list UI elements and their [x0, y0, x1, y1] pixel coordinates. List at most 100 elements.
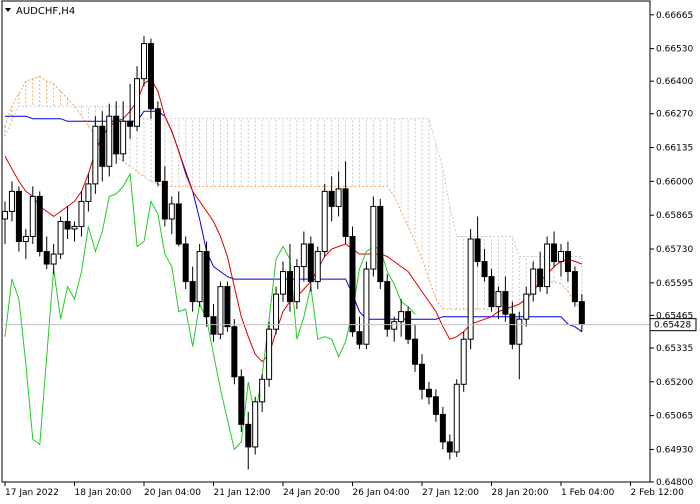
candle-body: [446, 441, 453, 453]
candle-body: [196, 251, 203, 303]
candle-body: [578, 301, 585, 325]
candle-body: [488, 276, 495, 308]
candle: [516, 311, 523, 380]
candle: [147, 38, 154, 119]
candle: [189, 266, 196, 312]
candle: [356, 316, 363, 350]
x-tick-label: 20 Jan 04:00: [144, 488, 201, 498]
candle: [280, 261, 286, 302]
candle: [168, 196, 175, 234]
candle: [238, 369, 245, 432]
candle: [321, 183, 328, 257]
candle: [231, 319, 238, 385]
candle: [453, 379, 460, 457]
senkou-span-b-line: [4, 105, 582, 257]
candle-body: [175, 203, 182, 245]
candle-body: [182, 243, 189, 283]
candle-body: [147, 43, 154, 110]
candle-body: [29, 195, 36, 237]
chart-title: AUDCHF,H4: [16, 6, 75, 17]
candle-body: [349, 235, 356, 333]
candle: [342, 161, 349, 245]
candle: [446, 434, 453, 460]
candle: [425, 381, 432, 405]
candle-body: [280, 271, 286, 295]
y-tick-label: 0.66270: [656, 110, 693, 120]
x-tick-label: 1 Feb 04:00: [561, 488, 615, 498]
candle: [544, 236, 551, 295]
candle-body: [509, 313, 516, 345]
candle-body: [502, 291, 509, 315]
candle-body: [439, 413, 446, 443]
candle: [412, 324, 419, 372]
candle-body: [36, 195, 43, 253]
candle-body: [43, 251, 50, 265]
candle-body: [377, 205, 384, 283]
candle-body: [425, 388, 432, 398]
x-tick-label: 2 Feb 12:00: [631, 488, 685, 498]
candle-body: [321, 190, 328, 253]
x-tick-label: 28 Jan 20:00: [492, 488, 549, 498]
x-tick-label: 21 Jan 12:00: [214, 488, 271, 498]
candle: [293, 259, 300, 310]
y-tick-label: 0.66400: [656, 77, 693, 87]
candle: [300, 231, 307, 282]
y-tick-label: 0.65200: [656, 378, 693, 388]
y-tick-label: 0.65465: [656, 311, 693, 321]
candle-body: [537, 268, 544, 288]
candle-body: [286, 271, 293, 303]
candle: [127, 83, 134, 139]
candle: [370, 196, 377, 277]
candle: [203, 241, 210, 327]
y-tick-label: 0.65865: [656, 211, 693, 221]
x-tick-label: 27 Jan 12:00: [422, 488, 479, 498]
candle-body: [99, 125, 106, 167]
y-tick-label: 0.66135: [656, 144, 693, 154]
candle: [391, 316, 398, 342]
candle: [134, 66, 141, 132]
candle-body: [432, 396, 439, 415]
candle: [286, 244, 293, 312]
candle: [245, 411, 252, 470]
candle: [8, 181, 15, 222]
candle: [175, 191, 182, 247]
candle-body: [259, 378, 266, 403]
candle-body: [467, 238, 474, 340]
candle: [335, 171, 342, 217]
candle: [384, 274, 391, 337]
candle-body: [78, 200, 85, 227]
candle-body: [530, 268, 537, 295]
chevron-down-icon[interactable]: [5, 8, 11, 12]
candle: [266, 321, 273, 387]
candle-body: [363, 268, 370, 345]
candle-body: [370, 205, 377, 270]
candle: [224, 281, 231, 332]
candle: [537, 251, 544, 292]
candle-body: [203, 251, 210, 318]
candle-body: [127, 120, 134, 127]
current-price-label: 0.65428: [654, 321, 691, 331]
candle: [377, 198, 384, 290]
chart-root: 0.65428 0.66665 0.66530 0.66400 0.66270 0.66…: [0, 0, 700, 500]
candle-body: [398, 311, 405, 323]
candle: [564, 241, 571, 282]
candle: [36, 191, 43, 257]
candle-body: [2, 210, 8, 220]
candle-body: [328, 190, 335, 207]
y-tick-label: 0.65065: [656, 412, 693, 422]
y-tick-label: 0.66000: [656, 177, 693, 187]
candle: [71, 221, 78, 242]
candle-body: [210, 316, 217, 335]
x-tick-label: 26 Jan 04:00: [353, 488, 410, 498]
candle-body: [460, 338, 467, 385]
candle: [314, 246, 321, 290]
candle-body: [92, 125, 99, 185]
y-tick-label: 0.65335: [656, 344, 693, 354]
chart-svg: 0.65428 0.66665 0.66530 0.66400 0.66270 0.66…: [1, 0, 697, 498]
candle-body: [558, 251, 564, 263]
candle: [398, 299, 405, 337]
candle-body: [307, 243, 314, 283]
candle-body: [231, 326, 238, 378]
candle-body: [252, 401, 259, 448]
candle: [523, 286, 530, 327]
